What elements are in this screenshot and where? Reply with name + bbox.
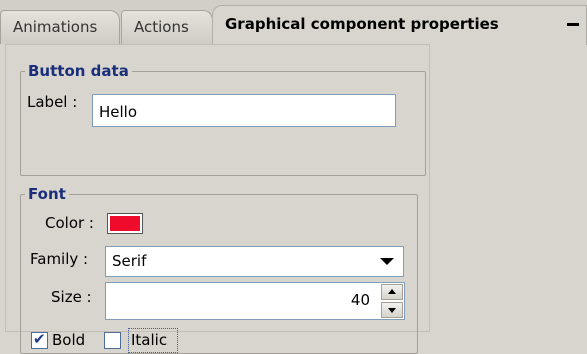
tab-graphical-component-properties[interactable]: Graphical component properties: [212, 5, 587, 45]
size-spinner[interactable]: 40: [105, 282, 405, 320]
arrow-down-icon: [388, 308, 396, 313]
minimize-icon[interactable]: [567, 23, 579, 26]
size-value: 40: [350, 291, 370, 309]
bold-checkbox[interactable]: ✔: [31, 330, 48, 349]
color-caption: Color :: [45, 214, 94, 232]
spinner-buttons: [381, 284, 403, 318]
color-swatch[interactable]: [107, 213, 143, 234]
properties-panel: Button data Label : Hello Font Color : F…: [5, 44, 430, 354]
bold-label: Bold: [52, 331, 86, 349]
tab-animations[interactable]: Animations: [0, 10, 120, 44]
font-legend: Font: [25, 185, 69, 203]
label-input[interactable]: Hello: [92, 94, 396, 127]
tab-title: Graphical component properties: [225, 15, 499, 33]
italic-label: Italic: [131, 331, 168, 349]
font-group: Font Color : Family : Serif Size : 40 ✔ …: [20, 185, 418, 354]
tab-bar: Animations Actions Graphical component p…: [0, 0, 587, 45]
italic-checkbox[interactable]: ✔: [104, 332, 121, 349]
size-caption: Size :: [51, 288, 92, 306]
button-data-group: Button data Label : Hello: [20, 62, 426, 176]
family-select[interactable]: Serif: [105, 246, 404, 277]
button-data-legend: Button data: [25, 62, 132, 80]
family-value: Serif: [112, 252, 147, 270]
chevron-down-icon: [380, 258, 394, 265]
check-icon: ✔: [33, 330, 46, 348]
color-fill: [110, 216, 140, 231]
arrow-up-icon: [388, 289, 396, 294]
spinner-down-button[interactable]: [381, 302, 403, 318]
label-caption: Label :: [27, 93, 78, 111]
spinner-up-button[interactable]: [381, 284, 403, 300]
tab-actions[interactable]: Actions: [121, 10, 213, 44]
family-caption: Family :: [30, 250, 89, 268]
